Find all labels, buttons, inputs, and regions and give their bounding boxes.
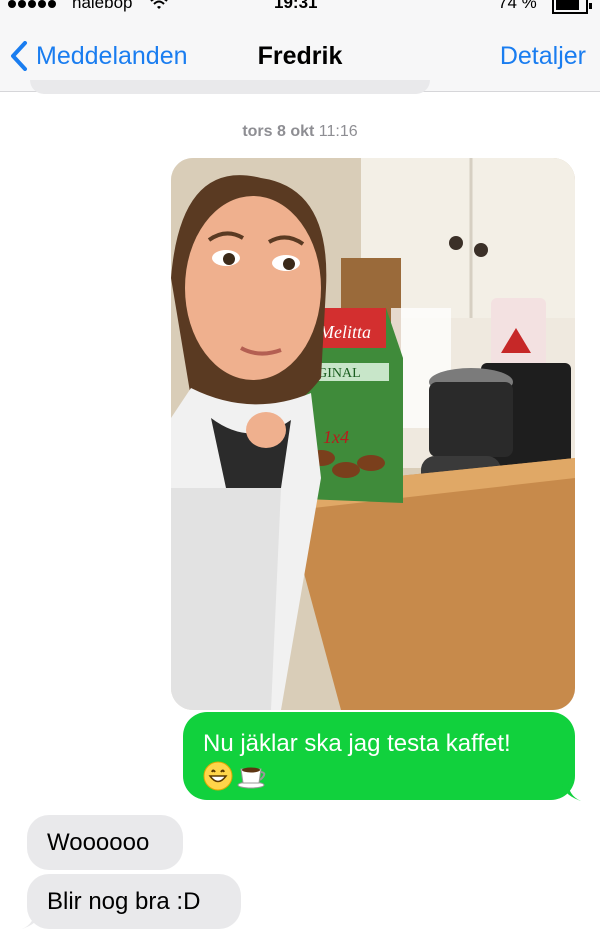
message-text: Blir nog bra :D xyxy=(47,888,201,915)
coffee-cup-emoji xyxy=(237,767,266,789)
timestamp-time: 11:16 xyxy=(318,123,358,140)
wifi-icon xyxy=(150,0,168,12)
box-size-text: 1x4 xyxy=(323,427,349,447)
outgoing-bubble-tail xyxy=(562,784,584,802)
grinning-face-emoji xyxy=(203,761,233,791)
navigation-bar: halebop 19:31 74 % Meddelanden Fredrik D… xyxy=(0,0,600,92)
selfie-photo: Melitta ORIGINAL 1x4 xyxy=(171,158,575,710)
emoji-row xyxy=(203,761,555,791)
outgoing-message-bubble[interactable]: Nu jäklar ska jag testa kaffet! xyxy=(183,712,575,800)
message-timestamp: tors 8 okt 11:16 xyxy=(0,123,600,141)
details-button[interactable]: Detaljer xyxy=(500,42,586,71)
incoming-bubble-tail xyxy=(19,912,41,930)
photo-attachment[interactable]: Melitta ORIGINAL 1x4 xyxy=(171,158,575,710)
message-text: Woooooo xyxy=(47,829,150,856)
signal-icon xyxy=(8,0,56,8)
incoming-message-bubble[interactable]: Woooooo xyxy=(27,815,183,870)
box-brand-text: Melitta xyxy=(318,322,371,342)
battery-icon xyxy=(552,0,592,14)
status-time: 19:31 xyxy=(274,0,318,12)
status-bar: halebop 19:31 74 % xyxy=(0,0,600,20)
message-text: Nu jäklar ska jag testa kaffet! xyxy=(203,730,511,757)
timestamp-day: tors 8 okt xyxy=(242,123,315,140)
battery-percentage: 74 % xyxy=(498,0,537,12)
carrier-name: halebop xyxy=(72,0,133,12)
incoming-message-bubble[interactable]: Blir nog bra :D xyxy=(27,874,241,929)
previous-message-bubble xyxy=(30,80,430,94)
